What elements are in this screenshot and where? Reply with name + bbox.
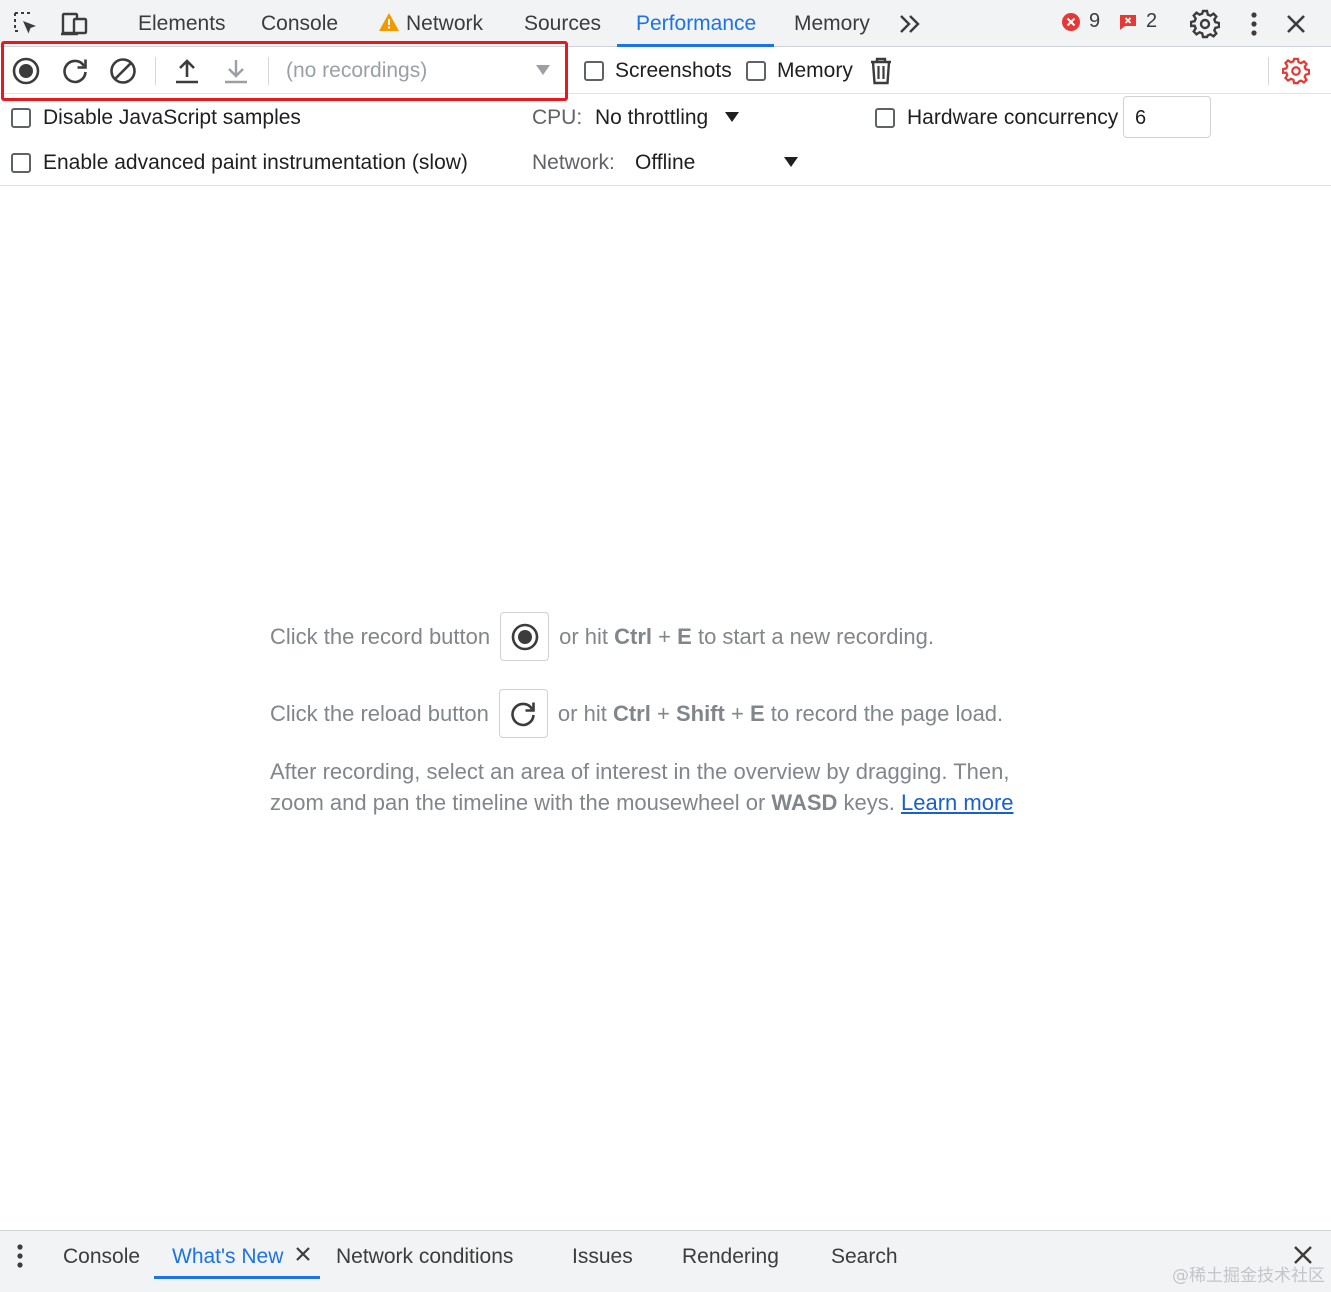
learn-more-link[interactable]: Learn more — [901, 790, 1014, 815]
hardware-concurrency-label: Hardware concurrency — [907, 106, 1119, 129]
disable-js-samples-label: Disable JavaScript samples — [43, 106, 301, 129]
reload-instruction-suffix: to record the page load. — [770, 700, 1004, 726]
drawer-menu-icon[interactable] — [16, 1237, 24, 1287]
disable-js-samples-checkbox[interactable] — [11, 108, 31, 128]
error-count: 9 — [1089, 10, 1101, 32]
inline-reload-button[interactable] — [498, 689, 548, 738]
recordings-dropdown-caret-icon[interactable] — [536, 65, 550, 75]
reload-record-button[interactable] — [59, 55, 91, 87]
save-profile-button[interactable] — [220, 55, 252, 87]
shortcut-plus: + — [730, 700, 744, 726]
shortcut-key-e: E — [749, 700, 765, 726]
drawer-tab-rendering[interactable]: Rendering — [682, 1231, 779, 1281]
toolbar-divider — [1268, 57, 1269, 85]
device-toolbar-icon[interactable] — [59, 8, 91, 40]
screenshots-checkbox[interactable] — [584, 61, 604, 81]
close-devtools-icon[interactable] — [1280, 8, 1312, 40]
toolbar-divider — [268, 57, 269, 85]
watermark-text: @稀土掘金技术社区 — [1172, 1266, 1325, 1286]
capture-settings-pane: Disable JavaScript samples Enable advanc… — [0, 94, 1331, 186]
drawer-tab-whats-new[interactable]: What's New — [172, 1231, 283, 1281]
issues-count: 2 — [1146, 10, 1158, 32]
drawer-tab-bar: Console What's New Network conditions Is… — [0, 1230, 1331, 1292]
more-tabs-chevron-icon[interactable] — [894, 8, 926, 40]
reload-icon — [511, 702, 536, 726]
tab-performance[interactable]: Performance — [636, 0, 756, 47]
drawer-tab-issues[interactable]: Issues — [572, 1231, 633, 1281]
tab-network-label: Network — [406, 12, 484, 35]
help-line-1: After recording, select an area of inter… — [270, 759, 1010, 784]
warning-icon — [379, 13, 399, 32]
record-instruction: Click the record button or hit Ctrl + E … — [270, 612, 934, 661]
shortcut-keys-wasd: WASD — [771, 790, 838, 815]
network-throttling-select[interactable]: Offline — [635, 151, 695, 175]
drawer-tab-network-conditions[interactable]: Network conditions — [336, 1231, 513, 1281]
issues-counter[interactable]: 2 — [1118, 10, 1157, 33]
help-line-2-prefix: zoom and pan the timeline with the mouse… — [270, 790, 766, 815]
collect-garbage-button[interactable] — [865, 55, 897, 87]
drawer-active-tab-indicator — [154, 1276, 320, 1279]
cpu-label: CPU: — [532, 106, 583, 129]
shortcut-key-ctrl: Ctrl — [614, 623, 653, 649]
memory-label: Memory — [777, 59, 853, 82]
advanced-paint-checkbox[interactable] — [11, 153, 31, 173]
help-line-2: zoom and pan the timeline with the mouse… — [270, 787, 1014, 818]
performance-toolbar: (no recordings) Screenshots Memory — [0, 47, 1331, 94]
capture-settings-button[interactable] — [1280, 55, 1312, 87]
record-button[interactable] — [10, 55, 42, 87]
screenshots-label: Screenshots — [615, 59, 732, 82]
network-dropdown-caret-icon[interactable] — [784, 157, 798, 167]
tab-console[interactable]: Console — [261, 0, 338, 47]
cpu-throttling-select[interactable]: No throttling — [595, 106, 708, 130]
record-instruction-suffix: to start a new recording. — [697, 623, 934, 649]
error-counter[interactable]: 9 — [1061, 10, 1100, 33]
recordings-select[interactable]: (no recordings) — [286, 47, 427, 94]
tab-elements[interactable]: Elements — [138, 0, 226, 47]
shortcut-plus: + — [658, 623, 672, 649]
cpu-dropdown-caret-icon[interactable] — [725, 112, 739, 122]
devtools-tab-bar: Elements Console Network Sources Perform… — [0, 0, 1331, 47]
download-icon — [225, 60, 247, 84]
tab-memory[interactable]: Memory — [794, 0, 870, 47]
hardware-concurrency-input[interactable]: 6 — [1123, 96, 1211, 138]
help-line-2-suffix: keys. — [843, 790, 895, 815]
record-icon — [12, 57, 40, 85]
tab-sources[interactable]: Sources — [524, 0, 601, 47]
reload-instruction-mid: or hit — [557, 700, 607, 726]
inspect-element-icon[interactable] — [10, 8, 42, 40]
reload-instruction: Click the reload button or hit Ctrl + Sh… — [270, 689, 1003, 738]
toolbar-divider — [155, 57, 156, 85]
record-icon — [511, 623, 538, 650]
close-whats-new-icon[interactable] — [295, 1245, 311, 1267]
record-instruction-prefix: Click the record button — [270, 623, 491, 649]
error-icon — [1062, 12, 1080, 31]
trash-icon — [871, 57, 891, 85]
shortcut-key-e: E — [677, 623, 692, 649]
tab-network[interactable]: Network — [378, 0, 483, 47]
kebab-menu-icon[interactable] — [1238, 8, 1270, 40]
drawer-tab-console[interactable]: Console — [63, 1231, 140, 1281]
record-instruction-mid: or hit — [559, 623, 609, 649]
network-label: Network: — [532, 151, 615, 174]
clear-button[interactable] — [107, 55, 139, 87]
shortcut-key-shift: Shift — [675, 700, 725, 726]
advanced-paint-label: Enable advanced paint instrumentation (s… — [43, 151, 468, 174]
memory-checkbox[interactable] — [746, 61, 766, 81]
hardware-concurrency-checkbox[interactable] — [875, 108, 895, 128]
upload-icon — [176, 59, 198, 84]
shortcut-key-ctrl: Ctrl — [612, 700, 651, 726]
settings-gear-icon[interactable] — [1189, 8, 1221, 40]
shortcut-plus: + — [656, 700, 670, 726]
inline-record-button[interactable] — [500, 612, 550, 661]
load-profile-button[interactable] — [171, 55, 203, 87]
capture-settings-gear-icon — [1282, 57, 1310, 85]
clear-icon — [110, 58, 136, 84]
reload-icon — [63, 59, 87, 84]
issue-flag-icon — [1120, 14, 1136, 30]
reload-instruction-prefix: Click the reload button — [270, 700, 489, 726]
timeline-help-paragraph: After recording, select an area of inter… — [270, 756, 1014, 818]
drawer-tab-search[interactable]: Search — [831, 1231, 898, 1281]
